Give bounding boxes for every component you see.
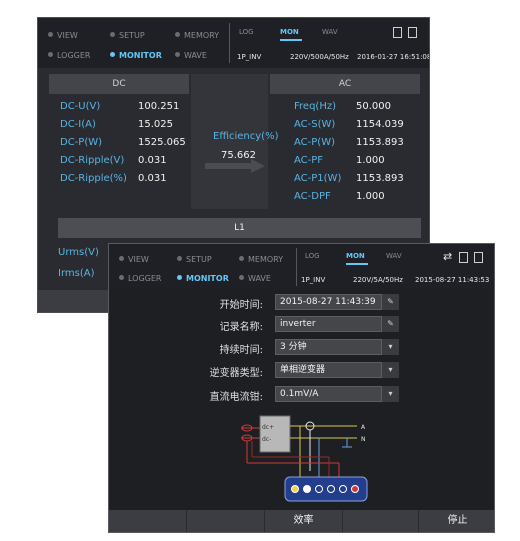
dc-u-label: DC-U(V) bbox=[60, 101, 101, 112]
ac-p-label: AC-P(W) bbox=[294, 137, 335, 148]
dc-p-label: DC-P(W) bbox=[60, 137, 103, 148]
ac-header: AC bbox=[270, 74, 420, 94]
dc-ripple-v-value: 0.031 bbox=[138, 155, 167, 166]
usb-icon[interactable] bbox=[408, 27, 417, 38]
sd-card-icon[interactable] bbox=[459, 252, 468, 263]
tab-mon[interactable]: MON bbox=[280, 28, 302, 41]
tab-setup[interactable]: SETUP bbox=[177, 255, 212, 264]
tab-logger[interactable]: LOGGER bbox=[48, 51, 90, 60]
urms-label: Urms(V) bbox=[58, 247, 99, 258]
tab-memory[interactable]: MEMORY bbox=[175, 31, 219, 40]
wiring-mode: 1P_INV bbox=[301, 276, 326, 284]
range-readout: 220V/5A/50Hz bbox=[353, 276, 403, 284]
edit-icon[interactable]: ✎ bbox=[381, 316, 399, 332]
usb-connection-icon[interactable]: ⇄ bbox=[443, 250, 452, 263]
tab-view[interactable]: VIEW bbox=[119, 255, 149, 264]
tab-wave[interactable]: WAVE bbox=[175, 51, 207, 60]
ac-p-value: 1153.893 bbox=[356, 137, 404, 148]
efficiency-button[interactable]: 效率 bbox=[265, 510, 343, 532]
wiring-mode: 1P_INV bbox=[237, 53, 262, 61]
start-time-label: 开始时间: bbox=[219, 300, 263, 311]
tab-monitor[interactable]: MONITOR bbox=[110, 51, 162, 60]
tab-wav[interactable]: WAV bbox=[386, 252, 402, 260]
datetime: 2015-08-27 11:43:53 bbox=[415, 276, 490, 284]
dc-ripple-pct-value: 0.031 bbox=[138, 173, 167, 184]
dc-clamp-label: 直流电流钳: bbox=[209, 392, 263, 403]
wiring-diagram: dc+ dc- A N bbox=[241, 415, 368, 502]
softkey-2[interactable] bbox=[187, 510, 265, 532]
softkey-4[interactable] bbox=[343, 510, 419, 532]
duration-label: 持续时间: bbox=[219, 345, 263, 356]
freq-value: 50.000 bbox=[356, 101, 391, 112]
datetime: 2016-01-27 16:51:08 bbox=[357, 53, 430, 61]
irms-label: Irms(A) bbox=[58, 268, 95, 279]
tab-wave[interactable]: WAVE bbox=[239, 274, 271, 283]
chevron-down-icon[interactable]: ▾ bbox=[381, 386, 399, 402]
usb-icon[interactable] bbox=[474, 252, 483, 263]
efficiency-value: 75.662 bbox=[221, 150, 256, 161]
phase-a-label: A bbox=[361, 424, 366, 431]
dc-ripple-pct-label: DC-Ripple(%) bbox=[60, 173, 127, 184]
inverter-type-label: 逆变器类型: bbox=[209, 368, 263, 379]
dc-minus-label: dc- bbox=[262, 436, 271, 443]
ac-p1-label: AC-P1(W) bbox=[294, 173, 342, 184]
record-name-label: 记录名称: bbox=[219, 322, 263, 333]
dc-i-label: DC-I(A) bbox=[60, 119, 96, 130]
dc-ripple-v-label: DC-Ripple(V) bbox=[60, 155, 125, 166]
bottom-bar: 效率 停止 bbox=[109, 510, 494, 532]
tab-view[interactable]: VIEW bbox=[48, 31, 78, 40]
ac-pf-value: 1.000 bbox=[356, 155, 385, 166]
ac-p1-value: 1153.893 bbox=[356, 173, 404, 184]
edit-icon[interactable]: ✎ bbox=[381, 294, 399, 310]
dc-p-value: 1525.065 bbox=[138, 137, 186, 148]
tab-log[interactable]: LOG bbox=[239, 28, 254, 36]
efficiency-label: Efficiency(%) bbox=[213, 131, 279, 142]
l1-header: L1 bbox=[58, 218, 421, 238]
neutral-label: N bbox=[361, 436, 366, 443]
ac-dpf-value: 1.000 bbox=[356, 191, 385, 202]
mode-tab-bar-front: VIEW SETUP MEMORY LOGGER MONITOR WAVE LO… bbox=[109, 244, 494, 290]
dc-u-value: 100.251 bbox=[138, 101, 180, 112]
tab-wav[interactable]: WAV bbox=[322, 28, 338, 36]
softkey-1[interactable] bbox=[109, 510, 187, 532]
range-readout: 220V/500A/50Hz bbox=[290, 53, 349, 61]
ac-dpf-label: AC-DPF bbox=[294, 191, 331, 202]
tab-memory[interactable]: MEMORY bbox=[239, 255, 283, 264]
dc-i-value: 15.025 bbox=[138, 119, 173, 130]
arrow-right-icon bbox=[205, 159, 265, 173]
monitor-screen-front: VIEW SETUP MEMORY LOGGER MONITOR WAVE LO… bbox=[108, 243, 495, 533]
chevron-down-icon[interactable]: ▾ bbox=[381, 339, 399, 355]
ac-s-value: 1154.039 bbox=[356, 119, 404, 130]
ac-pf-label: AC-PF bbox=[294, 155, 324, 166]
tab-mon[interactable]: MON bbox=[346, 252, 368, 265]
chevron-down-icon[interactable]: ▾ bbox=[381, 362, 399, 378]
ac-s-label: AC-S(W) bbox=[294, 119, 336, 130]
dc-header: DC bbox=[49, 74, 189, 94]
sd-card-icon[interactable] bbox=[393, 27, 402, 38]
mode-tab-bar: VIEW SETUP MEMORY LOGGER MONITOR WAVE LO… bbox=[38, 18, 429, 68]
stop-button[interactable]: 停止 bbox=[419, 510, 494, 532]
tab-setup[interactable]: SETUP bbox=[110, 31, 145, 40]
freq-label: Freq(Hz) bbox=[294, 101, 336, 112]
tab-logger[interactable]: LOGGER bbox=[119, 274, 161, 283]
dc-plus-label: dc+ bbox=[262, 424, 274, 431]
tab-monitor[interactable]: MONITOR bbox=[177, 274, 229, 283]
tab-log[interactable]: LOG bbox=[305, 252, 320, 260]
